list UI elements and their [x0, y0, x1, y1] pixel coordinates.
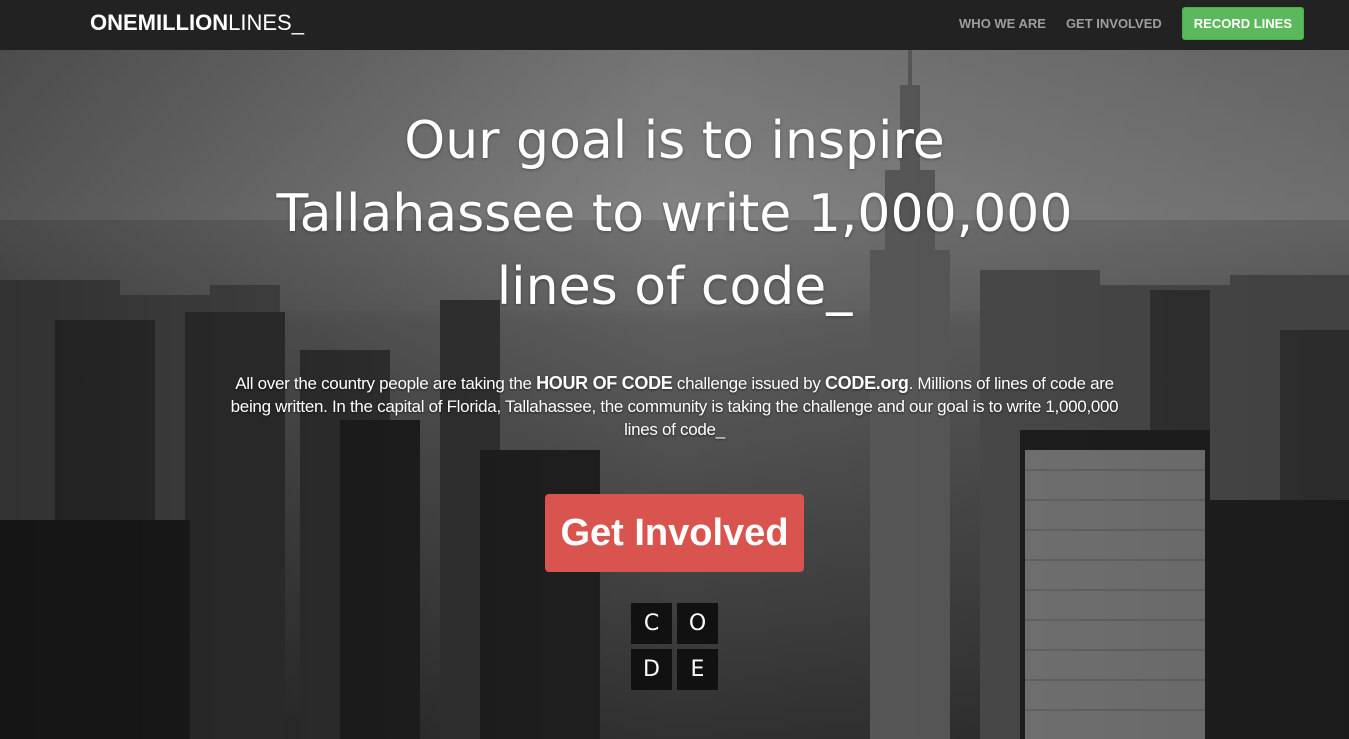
get-involved-button[interactable]: Get Involved — [545, 494, 804, 572]
headline-line-3: lines of code_ — [496, 257, 853, 317]
navbar: ONEMILLIONLINES_ WHO WE ARE GET INVOLVED… — [0, 0, 1349, 50]
brand-light: LINES_ — [228, 10, 304, 35]
lead-hour-of-code: HOUR OF CODE — [536, 373, 673, 393]
record-lines-button[interactable]: RECORD LINES — [1181, 7, 1304, 40]
lead-code-org: CODE.org — [824, 373, 909, 393]
hero-headline: Our goal is to inspire Tallahassee to wr… — [0, 105, 1349, 324]
brand-bold: ONEMILLION — [90, 10, 229, 35]
nav-link-who-we-are[interactable]: WHO WE ARE — [959, 10, 1046, 38]
hero-lead-text: All over the country people are taking t… — [222, 372, 1127, 441]
brand-logo[interactable]: ONEMILLIONLINES_ — [90, 9, 304, 37]
headline-line-2: Tallahassee to write 1,000,000 — [276, 184, 1073, 244]
headline-line-1: Our goal is to inspire — [404, 111, 945, 171]
hero-section: Our goal is to inspire Tallahassee to wr… — [0, 50, 1349, 739]
code-org-logo[interactable]: C O D E — [631, 603, 719, 691]
nav-links: WHO WE ARE GET INVOLVED RECORD LINES — [959, 7, 1304, 40]
code-logo-letter-o: O — [677, 603, 718, 644]
code-logo-letter-e: E — [677, 649, 718, 690]
code-logo-letter-c: C — [631, 603, 672, 644]
lead-text-2: challenge issued by — [672, 374, 825, 393]
code-logo-letter-d: D — [631, 649, 672, 690]
lead-text-1: All over the country people are taking t… — [235, 374, 537, 393]
nav-link-get-involved[interactable]: GET INVOLVED — [1066, 10, 1162, 38]
